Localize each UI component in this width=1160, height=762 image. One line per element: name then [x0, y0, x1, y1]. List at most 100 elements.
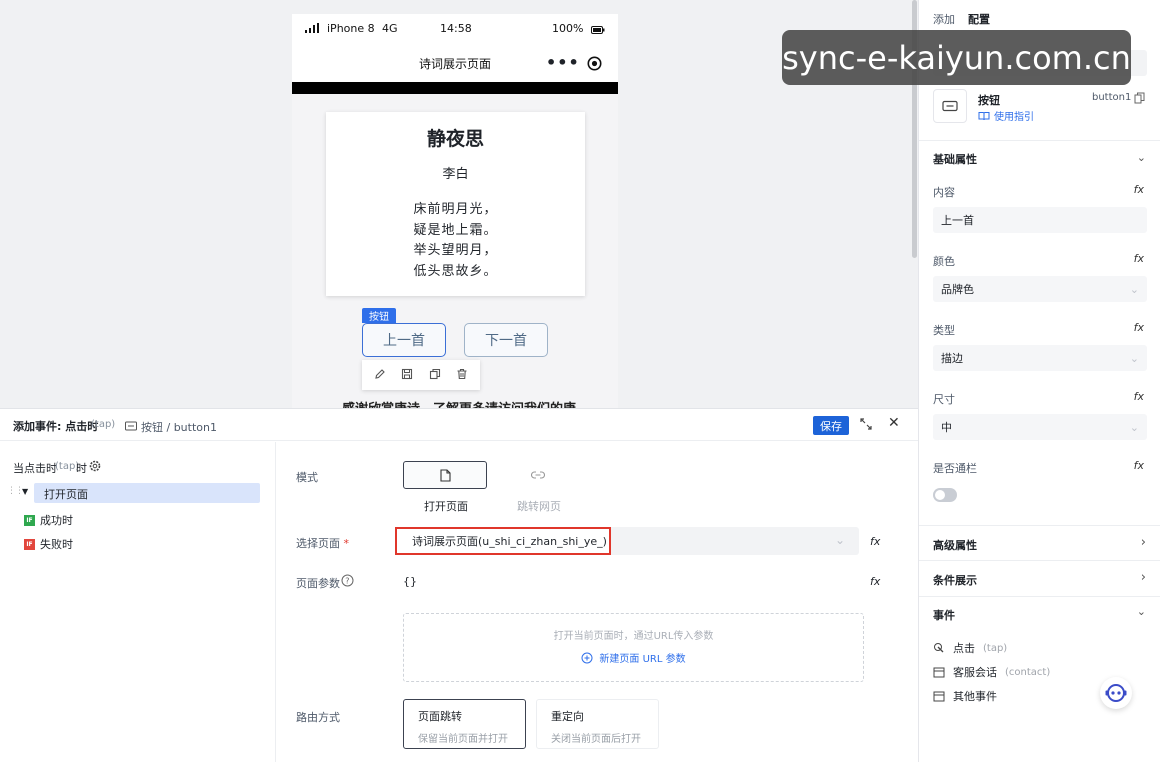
basic-props-header[interactable]: 基础属性: [933, 151, 977, 167]
params-dropzone: 打开当前页面时，通过URL传入参数 新建页面 URL 参数: [403, 613, 864, 682]
events-header[interactable]: 事件: [933, 607, 955, 623]
route-label: 路由方式: [296, 711, 340, 724]
chevron-down-icon: ⌄: [1129, 282, 1139, 296]
color-select[interactable]: 品牌色 ⌄: [933, 276, 1147, 302]
battery-icon: [591, 24, 605, 37]
link-icon: [531, 471, 545, 479]
condition-header[interactable]: 条件展示: [933, 572, 977, 588]
poem-author: 李白: [442, 167, 469, 182]
chevron-right-icon[interactable]: ›: [1141, 535, 1146, 550]
fx-icon[interactable]: fx: [1134, 459, 1144, 472]
poem-body: 床前明月光， 疑是地上霜。 举头望明月， 低头思故乡。: [326, 200, 585, 282]
tree-item-label: 成功时: [40, 514, 73, 527]
svg-text:?: ?: [345, 577, 349, 586]
event-contact[interactable]: 客服会话 (contact): [933, 664, 1050, 680]
delete-icon[interactable]: [456, 368, 468, 383]
tree-item-success[interactable]: IF 成功时: [24, 512, 73, 528]
route-redirect[interactable]: 重定向 关闭当前页面后打开: [536, 699, 659, 749]
event-other[interactable]: 其他事件: [933, 688, 997, 704]
color-value: 品牌色: [941, 283, 974, 296]
fx-icon[interactable]: fx: [1134, 183, 1144, 196]
fx-icon[interactable]: fx: [1134, 321, 1144, 334]
poem-title: 静夜思: [426, 128, 484, 150]
if-badge: IF: [24, 538, 35, 550]
mode-jump-url-label: 跳转网页: [517, 500, 561, 513]
page-select[interactable]: 诗词展示页面(u_shi_ci_zhan_shi_ye_) ⌄: [395, 527, 859, 555]
content-value: 上一首: [941, 214, 974, 227]
tree-item-label: 打开页面: [44, 488, 88, 501]
mode-jump-url[interactable]: [496, 461, 580, 489]
route-sub: 关闭当前页面后打开: [551, 734, 641, 745]
tab-add[interactable]: 添加: [933, 11, 955, 27]
editor-header: 添加事件: 点击时 (tap) 按钮 / button1 保存 ✕: [0, 409, 918, 441]
copy-icon[interactable]: [429, 368, 441, 383]
assistant-bot-button[interactable]: [1100, 677, 1132, 709]
params-label: 页面参数: [296, 577, 340, 590]
expand-icon[interactable]: [860, 418, 872, 433]
chevron-right-icon[interactable]: ›: [1141, 570, 1146, 585]
prop-label-type: 类型: [933, 324, 955, 337]
editor-title: 添加事件: 点击时: [13, 420, 99, 433]
event-sub: (tap): [983, 642, 1008, 654]
params-hint: 打开当前页面时，通过URL传入参数: [553, 631, 714, 642]
carrier-label: iPhone 8: [327, 22, 375, 35]
phone-preview: iPhone 8 4G 14:58 100% 诗词展示页面 ••• 静夜思 李白…: [292, 14, 618, 408]
fx-icon[interactable]: fx: [870, 535, 880, 548]
capsule-close-icon[interactable]: [587, 56, 602, 74]
prop-label-color: 颜色: [933, 255, 955, 268]
route-sub: 保留当前页面并打开: [418, 734, 508, 745]
robot-icon: [1105, 684, 1127, 702]
edit-icon[interactable]: [374, 368, 386, 383]
poem-line: 举头望明月，: [413, 243, 498, 258]
fx-icon[interactable]: fx: [1134, 252, 1144, 265]
chevron-down-icon[interactable]: ⌄: [1137, 605, 1146, 618]
fx-icon[interactable]: fx: [1134, 390, 1144, 403]
caret-down-icon[interactable]: ▼: [22, 487, 28, 496]
event-sub: (contact): [1005, 666, 1051, 678]
poem-line: 床前明月光，: [413, 202, 498, 217]
file-icon: [439, 468, 451, 482]
mode-open-page-label: 打开页面: [424, 500, 468, 513]
prev-poem-button[interactable]: 上一首: [362, 323, 446, 357]
action-tree-panel: 当点击时 (tap) 时 打开页面 ⋮⋮ ▼ IF 成功时 IF 失败时: [0, 442, 276, 762]
button-component-icon: [125, 420, 137, 434]
copy-id-icon[interactable]: [1134, 92, 1145, 107]
event-tap[interactable]: 点击 (tap): [933, 640, 1007, 656]
size-select[interactable]: 中 ⌄: [933, 414, 1147, 440]
prop-label-content: 内容: [933, 186, 955, 199]
tree-item-open-page[interactable]: 打开页面: [34, 483, 260, 503]
trigger-suffix: 时: [76, 462, 87, 475]
tree-item-fail[interactable]: IF 失败时: [24, 536, 73, 552]
route-navigate[interactable]: 页面跳转 保留当前页面并打开: [403, 699, 526, 749]
content-input[interactable]: 上一首: [933, 207, 1147, 233]
more-icon[interactable]: •••: [546, 53, 580, 72]
poem-line: 低头思故乡。: [413, 263, 498, 279]
help-icon[interactable]: ?: [341, 574, 354, 590]
gear-icon[interactable]: [89, 460, 101, 475]
advanced-props-header[interactable]: 高级属性: [933, 537, 977, 553]
close-icon[interactable]: ✕: [888, 415, 900, 431]
save-icon[interactable]: [401, 368, 413, 383]
tab-config[interactable]: 配置: [968, 11, 990, 27]
route-title: 重定向: [551, 710, 584, 723]
add-param-button[interactable]: 新建页面 URL 参数: [404, 650, 863, 665]
chevron-down-icon[interactable]: ⌄: [1137, 151, 1146, 164]
drag-handle-icon[interactable]: ⋮⋮: [7, 486, 24, 496]
chevron-down-icon: ⌄: [834, 533, 845, 547]
mode-open-page[interactable]: [403, 461, 487, 489]
poem-line: 疑是地上霜。: [413, 222, 498, 238]
guide-link[interactable]: 使用指引: [978, 108, 1034, 123]
next-poem-button[interactable]: 下一首: [464, 323, 548, 357]
fx-icon[interactable]: fx: [870, 575, 880, 588]
event-label: 客服会话: [953, 666, 997, 679]
calendar-icon: [933, 691, 945, 702]
fullwidth-toggle[interactable]: [933, 488, 957, 502]
guide-link-label: 使用指引: [994, 112, 1034, 123]
save-button[interactable]: 保存: [813, 416, 849, 435]
size-value: 中: [941, 421, 952, 434]
trigger-label: 当点击时: [13, 462, 57, 475]
footer-text: 感谢欣赏唐诗，了解更多请访问我们的唐: [342, 398, 576, 408]
type-select[interactable]: 描边 ⌄: [933, 345, 1147, 371]
params-value: {}: [403, 575, 417, 588]
divider: [919, 560, 1160, 561]
